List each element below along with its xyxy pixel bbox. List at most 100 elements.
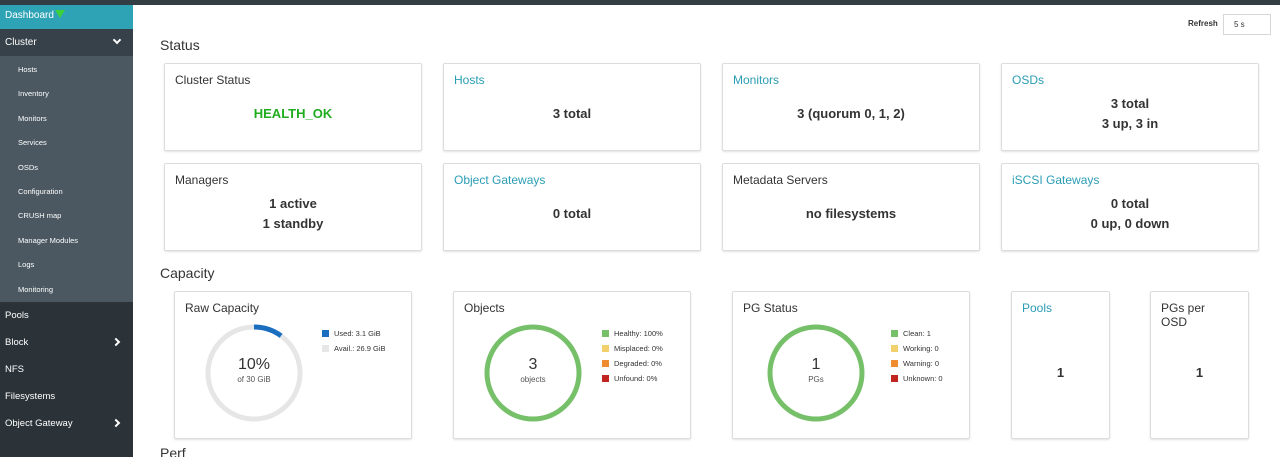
pools-link[interactable]: Pools: [1022, 301, 1052, 315]
raw-capacity-total: of 30 GiB: [237, 375, 271, 384]
sidebar-item-object-gateway[interactable]: Object Gateway: [0, 410, 133, 437]
pg-status-legend: Clean: 1 Working: 0 Warning: 0 Unknown: …: [891, 329, 943, 389]
pg-count: 1: [811, 356, 821, 373]
sidebar-item-label: NFS: [5, 363, 24, 375]
legend-item: Clean: 1: [891, 329, 943, 344]
performance-heading: Perf: [160, 445, 186, 457]
chevron-right-icon: [111, 337, 121, 347]
sidebar-item-label: Object Gateway: [5, 417, 73, 429]
sidebar-item-monitoring[interactable]: Monitoring: [0, 278, 133, 302]
sidebar-item-crush-map[interactable]: CRUSH map: [0, 204, 133, 228]
cluster-status-card: Cluster Status HEALTH_OK: [164, 63, 422, 151]
legend-label: Degraded: 0%: [614, 359, 662, 368]
monitors-value: 3 (quorum 0, 1, 2): [797, 106, 905, 121]
refresh-label: Refresh: [1188, 19, 1218, 28]
pg-status-donut: 1 PGs: [766, 323, 866, 423]
metadata-servers-value: no filesystems: [805, 206, 897, 221]
iscsi-gateways-link[interactable]: iSCSI Gateways: [1012, 173, 1099, 187]
osds-total: 3 total: [1110, 96, 1150, 111]
sidebar-item-configuration[interactable]: Configuration: [0, 180, 133, 204]
objects-count: 3: [528, 356, 538, 373]
legend-swatch: [891, 360, 898, 367]
capacity-heading: Capacity: [160, 265, 215, 281]
raw-capacity-legend: Used: 3.1 GiB Avail.: 26.9 GiB: [322, 329, 386, 359]
legend-item: Degraded: 0%: [602, 359, 663, 374]
objects-card: Objects 3 objects Healthy: 100% Misplace…: [453, 291, 691, 439]
legend-swatch: [602, 330, 609, 337]
sidebar-item-nfs[interactable]: NFS: [0, 356, 133, 383]
managers-standby: 1 standby: [262, 216, 324, 231]
legend-label: Working: 0: [903, 344, 939, 353]
legend-item: Used: 3.1 GiB: [322, 329, 386, 344]
sidebar-item-label: Filesystems: [5, 390, 56, 402]
legend-label: Healthy: 100%: [614, 329, 663, 338]
iscsi-state: 0 up, 0 down: [1090, 216, 1170, 231]
legend-swatch: [891, 330, 898, 337]
sidebar-item-pools[interactable]: Pools: [0, 302, 133, 329]
legend-swatch: [322, 330, 329, 337]
sidebar: Dashboard Cluster Hosts Inventory Monito…: [0, 5, 133, 457]
sidebar-item-hosts[interactable]: Hosts: [0, 58, 133, 82]
sidebar-item-cluster[interactable]: Cluster: [0, 29, 133, 56]
object-gateways-card: Object Gateways 0 total: [443, 163, 701, 251]
pg-status-card: PG Status 1 PGs Clean: 1 Working: 0 Warn…: [732, 291, 970, 439]
osds-link[interactable]: OSDs: [1012, 73, 1044, 87]
iscsi-gateways-card: iSCSI Gateways 0 total 0 up, 0 down: [1001, 163, 1259, 251]
sidebar-item-filesystems[interactable]: Filesystems: [0, 383, 133, 410]
sidebar-item-label: Cluster: [5, 37, 37, 48]
sidebar-item-services[interactable]: Services: [0, 131, 133, 155]
legend-label: Warning: 0: [903, 359, 939, 368]
iscsi-total: 0 total: [1110, 196, 1150, 211]
hosts-card: Hosts 3 total: [443, 63, 701, 151]
monitors-card: Monitors 3 (quorum 0, 1, 2): [722, 63, 980, 151]
sidebar-item-dashboard[interactable]: Dashboard: [0, 5, 133, 29]
card-title: Cluster Status: [175, 73, 251, 87]
legend-item: Avail.: 26.9 GiB: [322, 344, 386, 359]
legend-label: Unknown: 0: [903, 374, 943, 383]
sidebar-item-block[interactable]: Block: [0, 329, 133, 356]
legend-item: Working: 0: [891, 344, 943, 359]
legend-label: Avail.: 26.9 GiB: [334, 344, 386, 353]
pools-value: 1: [1056, 365, 1065, 380]
chevron-down-icon: [112, 35, 122, 45]
objects-unit: objects: [520, 375, 546, 384]
legend-item: Warning: 0: [891, 359, 943, 374]
legend-swatch: [602, 345, 609, 352]
sidebar-item-manager-modules[interactable]: Manager Modules: [0, 229, 133, 253]
pgs-per-osd-value: 1: [1195, 365, 1204, 380]
chevron-right-icon: [111, 418, 121, 428]
raw-capacity-percent: 10%: [237, 356, 271, 373]
legend-label: Used: 3.1 GiB: [334, 329, 381, 338]
legend-swatch: [602, 360, 609, 367]
object-gateways-link[interactable]: Object Gateways: [454, 173, 545, 187]
card-title: PG Status: [743, 301, 798, 315]
sidebar-item-label: Dashboard: [5, 10, 54, 21]
legend-item: Healthy: 100%: [602, 329, 663, 344]
legend-item: Unfound: 0%: [602, 374, 663, 389]
health-indicator-icon: [55, 10, 65, 18]
sidebar-item-monitors[interactable]: Monitors: [0, 107, 133, 131]
object-gateways-value: 0 total: [552, 206, 592, 221]
refresh-interval-select[interactable]: 5 s: [1223, 14, 1271, 35]
osds-state: 3 up, 3 in: [1101, 116, 1159, 131]
sidebar-item-label: Block: [5, 336, 29, 348]
dashboard-main: Refresh 5 s Status Cluster Status HEALTH…: [133, 5, 1280, 457]
managers-card: Managers 1 active 1 standby: [164, 163, 422, 251]
sidebar-item-inventory[interactable]: Inventory: [0, 82, 133, 106]
legend-label: Clean: 1: [903, 329, 931, 338]
legend-item: Misplaced: 0%: [602, 344, 663, 359]
card-title: Raw Capacity: [185, 301, 260, 315]
sidebar-item-logs[interactable]: Logs: [0, 253, 133, 277]
raw-capacity-card: Raw Capacity 10% of 30 GiB Used: 3.1 GiB…: [174, 291, 412, 439]
status-heading: Status: [160, 37, 200, 53]
hosts-link[interactable]: Hosts: [454, 73, 485, 87]
card-title: Objects: [464, 301, 505, 315]
sidebar-item-osds[interactable]: OSDs: [0, 156, 133, 180]
metadata-servers-card: Metadata Servers no filesystems: [722, 163, 980, 251]
monitors-link[interactable]: Monitors: [733, 73, 779, 87]
cluster-submenu: Hosts Inventory Monitors Services OSDs C…: [0, 56, 133, 302]
pgs-per-osd-card: PGs per OSD 1: [1150, 291, 1249, 439]
legend-label: Unfound: 0%: [614, 374, 658, 383]
objects-legend: Healthy: 100% Misplaced: 0% Degraded: 0%…: [602, 329, 663, 389]
legend-item: Unknown: 0: [891, 374, 943, 389]
